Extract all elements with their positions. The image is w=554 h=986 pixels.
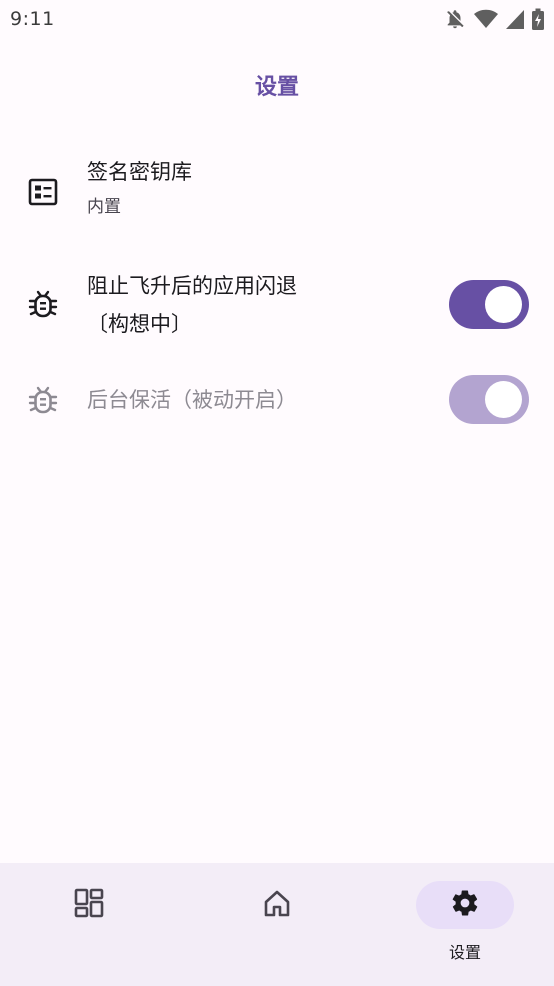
switch-knob bbox=[485, 381, 522, 418]
page-title: 设置 bbox=[254, 75, 299, 100]
prevent-crash-switch[interactable] bbox=[449, 280, 529, 329]
keystore-subtitle: 内置 bbox=[87, 197, 121, 217]
wifi-icon bbox=[474, 9, 498, 29]
signal-icon bbox=[506, 9, 524, 29]
keystore-text: 签名密钥库 内置 bbox=[87, 158, 192, 220]
nav-pill bbox=[40, 881, 138, 929]
status-icons bbox=[444, 8, 544, 30]
nav-item-home[interactable] bbox=[228, 881, 328, 971]
keystore-setting[interactable]: 签名密钥库 内置 bbox=[0, 158, 554, 238]
bottom-navigation: 设置 bbox=[0, 863, 554, 986]
keep-alive-setting[interactable]: 后台保活（被动开启） bbox=[0, 372, 554, 428]
prevent-crash-title-line2: 〔构想中〕 bbox=[87, 312, 192, 336]
keystore-title: 签名密钥库 bbox=[87, 160, 192, 184]
status-time: 9:11 bbox=[10, 8, 55, 30]
notifications-off-icon bbox=[444, 8, 466, 30]
prevent-crash-title-line1: 阻止飞升后的应用闪退 bbox=[87, 274, 297, 298]
bug-icon bbox=[26, 383, 60, 417]
battery-charging-icon bbox=[532, 8, 544, 30]
nav-pill-active bbox=[416, 881, 514, 929]
nav-item-dashboard[interactable] bbox=[40, 881, 140, 971]
keep-alive-text: 后台保活（被动开启） bbox=[87, 386, 297, 414]
home-icon bbox=[262, 889, 292, 921]
nav-item-settings[interactable]: 设置 bbox=[416, 881, 516, 971]
switch-knob bbox=[485, 286, 522, 323]
status-bar: 9:11 bbox=[0, 0, 554, 38]
gear-icon bbox=[450, 888, 480, 922]
prevent-crash-text: 阻止飞升后的应用闪退 〔构想中〕 bbox=[87, 272, 297, 338]
dashboard-icon bbox=[74, 888, 104, 922]
prevent-crash-setting[interactable]: 阻止飞升后的应用闪退 〔构想中〕 bbox=[0, 272, 554, 338]
keep-alive-switch[interactable] bbox=[449, 375, 529, 424]
nav-label-settings: 设置 bbox=[448, 943, 481, 962]
nav-pill bbox=[228, 881, 326, 929]
bug-icon bbox=[26, 287, 60, 321]
keystore-card-icon bbox=[26, 175, 60, 209]
keep-alive-title: 后台保活（被动开启） bbox=[87, 388, 297, 412]
